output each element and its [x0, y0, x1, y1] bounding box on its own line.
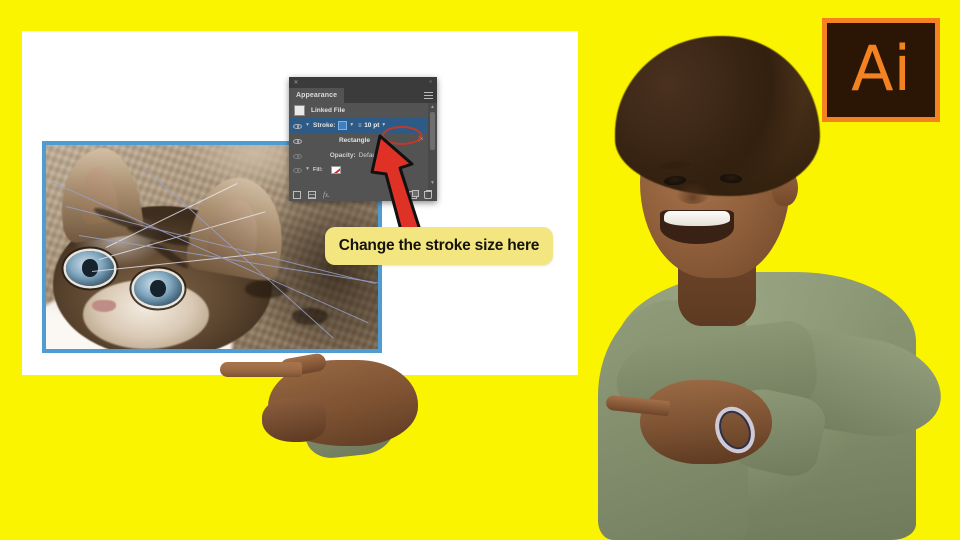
tab-appearance[interactable]: Appearance — [289, 88, 345, 103]
add-new-effect-icon[interactable]: fx. — [323, 191, 331, 199]
callout-text: Change the stroke size here — [338, 237, 540, 254]
panel-titlebar[interactable]: ✕ « — [289, 77, 437, 88]
linked-file-thumbnail — [294, 105, 305, 116]
scroll-up-icon[interactable]: ▲ — [430, 104, 436, 110]
stroke-weight-icon: ≡ — [358, 122, 362, 129]
presenter-smile — [660, 210, 734, 244]
blanket-spot — [245, 279, 289, 298]
adobe-illustrator-logo-text: Ai — [851, 31, 911, 105]
presenter-knuckles-left — [262, 398, 326, 442]
opacity-label: Opacity: — [329, 152, 356, 159]
add-new-fill-icon[interactable] — [308, 191, 316, 199]
presenter-teeth — [664, 211, 730, 226]
presenter-index-finger-left — [220, 362, 302, 377]
chevron-down-icon[interactable]: ▾ — [304, 166, 311, 173]
fill-label: Fill: — [313, 166, 323, 173]
add-new-stroke-icon[interactable] — [293, 191, 301, 199]
hamburger-menu-icon[interactable] — [424, 92, 433, 99]
stroke-label: Stroke: — [313, 122, 336, 129]
visibility-eye-icon[interactable] — [293, 121, 302, 130]
collapse-icon[interactable]: « — [429, 80, 432, 85]
screenshot-canvas: ✕ « Appearance ▲ ▼ Linked File ▾ Stroke:… — [0, 0, 960, 540]
adobe-illustrator-logo: Ai — [822, 18, 940, 122]
stroke-weight-dropdown-icon[interactable]: ▾ — [382, 122, 385, 129]
red-arrow — [370, 134, 422, 236]
close-icon[interactable]: ✕ — [293, 80, 299, 86]
visibility-eye-icon[interactable] — [293, 165, 302, 174]
appearance-row-linked-file[interactable]: Linked File — [289, 103, 428, 118]
callout-tooltip: Change the stroke size here — [325, 227, 553, 265]
panel-tabbar: Appearance — [289, 88, 437, 103]
stroke-color-swatch[interactable] — [338, 121, 348, 130]
stroke-color-dropdown-icon[interactable]: ▾ — [350, 122, 353, 129]
chevron-down-icon[interactable]: ▾ — [304, 122, 311, 129]
visibility-eye-icon[interactable] — [293, 151, 302, 160]
presenter-nose — [676, 182, 710, 204]
linked-file-label: Linked File — [311, 107, 345, 114]
kitten-eye-right — [133, 271, 183, 307]
visibility-eye-icon[interactable] — [293, 136, 302, 145]
fill-none-swatch[interactable] — [330, 165, 341, 174]
stroke-weight-value[interactable]: 10 pt — [364, 122, 379, 129]
presenter-curls — [606, 28, 832, 198]
